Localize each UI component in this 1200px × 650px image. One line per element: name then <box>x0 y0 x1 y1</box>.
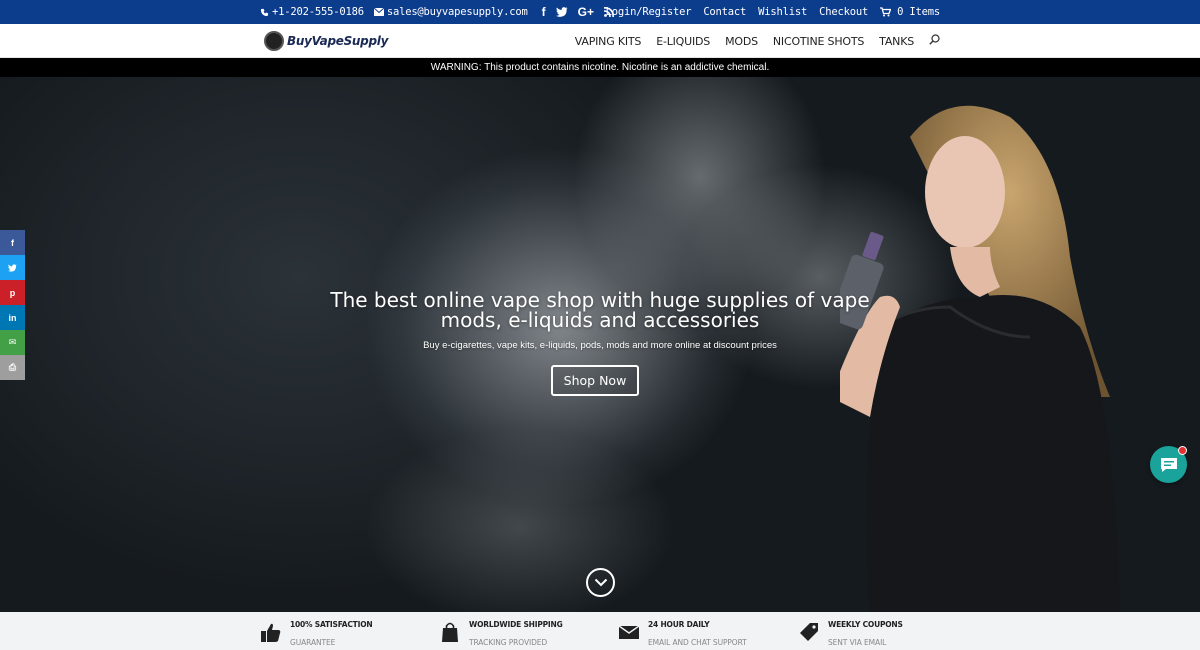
phone-icon <box>260 8 269 16</box>
shopping-bag-icon <box>442 622 458 642</box>
nav-e-liquids[interactable]: E-LIQUIDS <box>656 35 710 48</box>
top-bar: +1-202-555-0186 sales@buyvapesupply.com … <box>0 0 1200 24</box>
cart-count: 0 Items <box>897 6 940 18</box>
feature-title: 100% SATISFACTION <box>290 620 373 629</box>
phone-number: +1-202-555-0186 <box>272 6 364 18</box>
main-nav: VAPING KITS E-LIQUIDS MODS NICOTINE SHOT… <box>575 24 940 58</box>
checkout-link[interactable]: Checkout <box>819 6 868 18</box>
chevron-down-icon <box>594 578 607 587</box>
email-link[interactable]: sales@buyvapesupply.com <box>373 6 528 18</box>
twitter-share-icon[interactable] <box>0 255 25 280</box>
chat-icon <box>1160 457 1177 472</box>
social-share-sidebar: f p in ✉ ⎙ <box>0 230 25 380</box>
feature-title: WORLDWIDE SHIPPING <box>469 620 563 629</box>
nav-tanks[interactable]: TANKS <box>879 35 914 48</box>
email-share-icon[interactable]: ✉ <box>0 330 25 355</box>
logo-text: BuyVapeSupply <box>287 34 389 48</box>
site-header: BuyVapeSupply VAPING KITS E-LIQUIDS MODS… <box>0 24 1200 58</box>
envelope-icon <box>618 625 640 639</box>
email-address: sales@buyvapesupply.com <box>386 6 528 18</box>
top-bar-links: Login/Register Contact Wishlist Checkout… <box>606 0 941 24</box>
google-plus-icon[interactable]: G+ <box>578 5 594 19</box>
chat-widget-button[interactable] <box>1150 446 1187 483</box>
hero-subtitle: Buy e-cigarettes, vape kits, e-liquids, … <box>423 340 777 351</box>
pinterest-share-icon[interactable]: p <box>0 280 25 305</box>
skull-logo-icon <box>264 31 284 51</box>
facebook-share-icon[interactable]: f <box>0 230 25 255</box>
hero-woman-image <box>840 105 1120 612</box>
nav-vaping-kits[interactable]: VAPING KITS <box>575 35 642 48</box>
hero-title-line-2: mods, e-liquids and accessories <box>440 308 760 332</box>
hero-text: The best online vape shop with huge supp… <box>300 290 900 351</box>
tag-icon <box>800 623 818 641</box>
chat-notification-dot <box>1178 446 1187 455</box>
cart-link[interactable]: 0 Items <box>880 6 940 18</box>
wishlist-link[interactable]: Wishlist <box>758 6 807 18</box>
cart-icon <box>880 7 892 17</box>
nav-mods[interactable]: MODS <box>725 35 758 48</box>
envelope-icon <box>373 8 384 16</box>
facebook-icon[interactable]: f <box>542 5 546 19</box>
feature-subtitle: GUARANTEE <box>290 638 336 647</box>
hero-title: The best online vape shop with huge supp… <box>300 290 900 330</box>
thumbs-up-icon <box>261 623 281 642</box>
feature-subtitle: SENT VIA EMAIL <box>828 638 887 647</box>
site-logo[interactable]: BuyVapeSupply <box>264 31 388 51</box>
hero-title-line-1: The best online vape shop with huge supp… <box>330 288 870 312</box>
feature-title: 24 HOUR DAILY <box>648 620 710 629</box>
nicotine-warning: WARNING: This product contains nicotine.… <box>0 58 1200 77</box>
top-bar-contact: +1-202-555-0186 sales@buyvapesupply.com … <box>260 0 614 24</box>
phone-link[interactable]: +1-202-555-0186 <box>260 6 364 18</box>
contact-link[interactable]: Contact <box>703 6 746 18</box>
print-share-icon[interactable]: ⎙ <box>0 355 25 380</box>
hero-section: The best online vape shop with huge supp… <box>0 77 1200 612</box>
twitter-icon[interactable] <box>555 7 568 17</box>
linkedin-share-icon[interactable]: in <box>0 305 25 330</box>
nav-nicotine-shots[interactable]: NICOTINE SHOTS <box>773 35 864 48</box>
feature-subtitle: TRACKING PROVIDED <box>469 638 548 647</box>
feature-title: WEEKLY COUPONS <box>828 620 903 629</box>
search-icon[interactable] <box>929 32 940 50</box>
feature-subtitle: EMAIL AND CHAT SUPPORT <box>648 638 747 647</box>
shop-now-button[interactable]: Shop Now <box>551 365 639 396</box>
features-bar: 100% SATISFACTION GUARANTEE WORLDWIDE SH… <box>0 612 1200 650</box>
login-register-link[interactable]: Login/Register <box>606 6 692 18</box>
scroll-down-button[interactable] <box>586 568 615 597</box>
